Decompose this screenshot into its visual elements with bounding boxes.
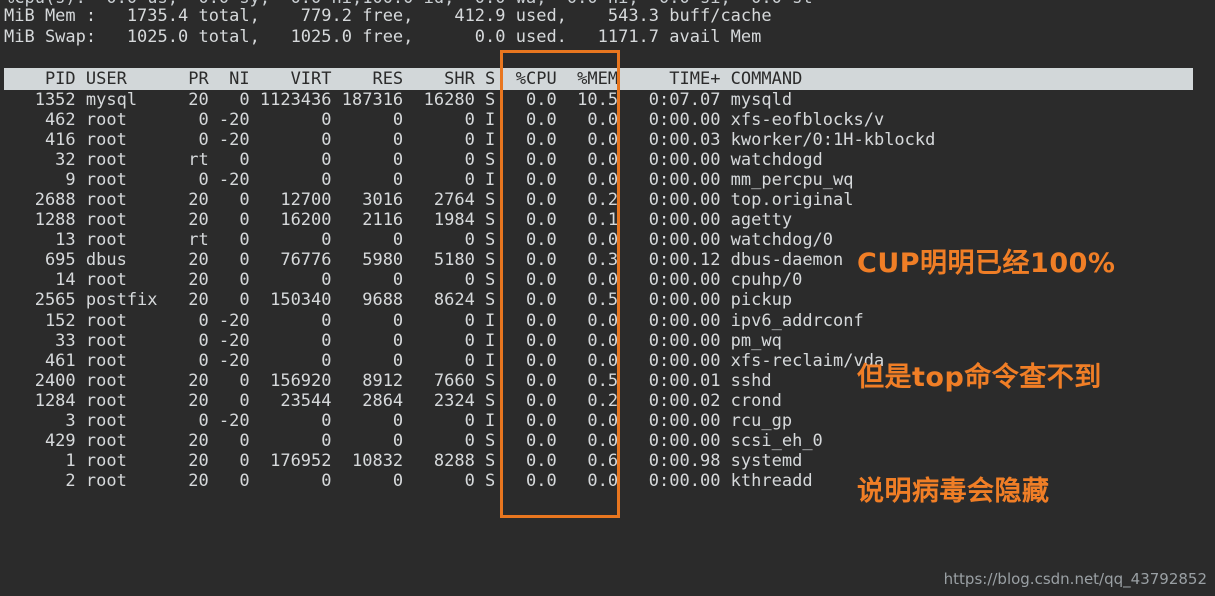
annotation-line-2: 但是top命令查不到 [857, 362, 1102, 393]
table-row: 416 root 0 -20 0 0 0 I 0.0 0.0 0:00.03 k… [4, 130, 936, 151]
annotation-line-1: CUP明明已经100% [857, 248, 1116, 279]
terminal-screenshot: %Cpu(s): 0.0 us, 0.0 sy, 0.0 ni,100.0 id… [0, 0, 1215, 596]
swap-summary-line: MiB Swap: 1025.0 total, 1025.0 free, 0.0… [4, 27, 762, 47]
table-row: 1352 mysql 20 0 1123436 187316 16280 S 0… [4, 90, 793, 110]
memory-summary-line: MiB Mem : 1735.4 total, 779.2 free, 412.… [4, 6, 772, 26]
annotation-line-3: 说明病毒会隐藏 [857, 476, 1050, 507]
table-row: 32 root rt 0 0 0 0 S 0.0 0.0 0:00.00 wat… [4, 150, 823, 171]
process-table-header: PID USER PR NI VIRT RES SHR S %CPU %MEM … [4, 68, 1193, 90]
watermark-url: https://blog.csdn.net/qq_43792852 [943, 570, 1207, 588]
table-row: 462 root 0 -20 0 0 0 I 0.0 0.0 0:00.00 x… [4, 110, 885, 131]
annotation-callout: CUP明明已经100% 但是top命令查不到 说明病毒会隐藏 [857, 169, 1115, 587]
